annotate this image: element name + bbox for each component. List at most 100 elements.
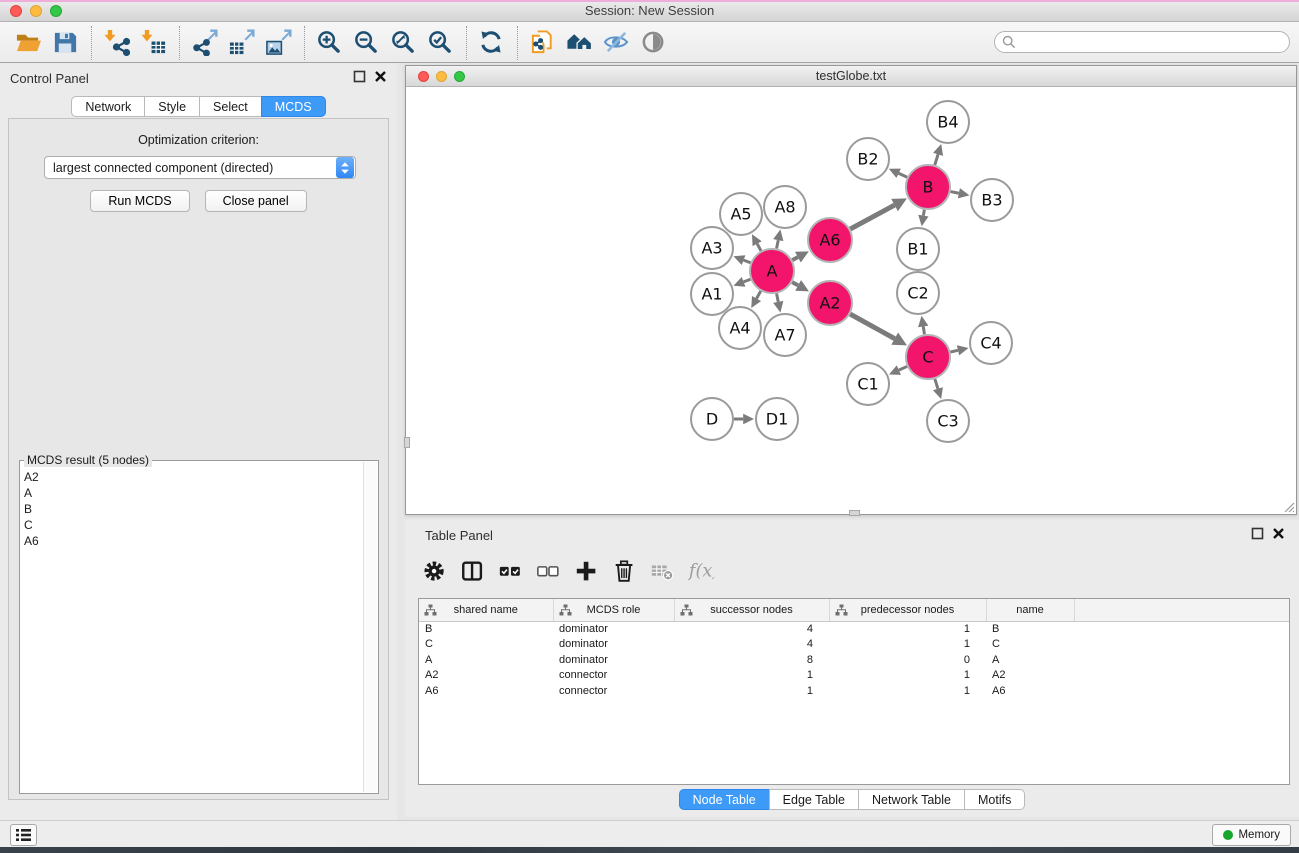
open-session-icon[interactable]: [13, 28, 43, 58]
graph-node-A1[interactable]: A1: [691, 273, 733, 315]
column-header-name[interactable]: name: [986, 599, 1074, 621]
graph-node-A6[interactable]: A6: [808, 218, 852, 262]
unselect-all-checkboxes-icon[interactable]: [535, 558, 563, 586]
window-titlebar[interactable]: Session: New Session: [0, 0, 1299, 22]
criterion-dropdown[interactable]: largest connected component (directed): [44, 156, 356, 179]
column-header-predecessor-nodes[interactable]: predecessor nodes: [829, 599, 986, 621]
graph-node-C4[interactable]: C4: [970, 322, 1012, 364]
graph-node-B2[interactable]: B2: [847, 138, 889, 180]
column-header-shared-name[interactable]: shared name: [419, 599, 553, 621]
graph-edge-A-A4[interactable]: [751, 291, 761, 308]
task-history-button[interactable]: [10, 824, 37, 846]
graph-edge-C-C4[interactable]: [950, 345, 968, 355]
float-panel-icon[interactable]: [353, 70, 366, 83]
tab-network[interactable]: Network: [71, 96, 145, 117]
mcds-result-item[interactable]: C: [22, 517, 362, 533]
graph-node-A[interactable]: A: [750, 249, 794, 293]
zoom-fit-icon[interactable]: [388, 28, 418, 58]
column-header-successor-nodes[interactable]: successor nodes: [674, 599, 829, 621]
table-row[interactable]: A6connector11A6: [419, 683, 1290, 699]
zoom-selected-icon[interactable]: [425, 28, 455, 58]
graph-node-C1[interactable]: C1: [847, 363, 889, 405]
graph-edge-C-C1[interactable]: [889, 365, 907, 374]
float-table-panel-icon[interactable]: [1251, 527, 1264, 540]
run-mcds-button[interactable]: Run MCDS: [90, 190, 189, 212]
close-panel-button[interactable]: Close panel: [205, 190, 307, 212]
add-column-icon[interactable]: [573, 558, 601, 586]
close-table-panel-icon[interactable]: [1272, 527, 1285, 540]
graph-node-A3[interactable]: A3: [691, 227, 733, 269]
delete-column-icon[interactable]: [611, 558, 639, 586]
network-window-titlebar[interactable]: testGlobe.txt: [406, 66, 1296, 87]
import-network-icon[interactable]: [101, 28, 131, 58]
clone-network-icon[interactable]: [527, 28, 557, 58]
zoom-out-icon[interactable]: [351, 28, 381, 58]
graph-node-A7[interactable]: A7: [764, 314, 806, 356]
resize-grip-icon[interactable]: [1281, 499, 1295, 513]
memory-button[interactable]: Memory: [1212, 824, 1291, 846]
mcds-result-item[interactable]: B: [22, 501, 362, 517]
graph-edge-A-A8[interactable]: [773, 230, 783, 249]
zoom-in-icon[interactable]: [314, 28, 344, 58]
table-row[interactable]: A2connector11A2: [419, 668, 1290, 684]
graph-node-B3[interactable]: B3: [971, 179, 1013, 221]
tab-network-table[interactable]: Network Table: [858, 789, 965, 810]
graph-node-B[interactable]: B: [906, 165, 950, 209]
export-table-icon[interactable]: [226, 28, 256, 58]
graph-edge-B-B3[interactable]: [951, 188, 970, 198]
mcds-result-item[interactable]: A2: [22, 469, 362, 485]
mcds-result-item[interactable]: A: [22, 485, 362, 501]
export-network-icon[interactable]: [189, 28, 219, 58]
overview-eye-icon[interactable]: [638, 28, 668, 58]
table-settings-gear-icon[interactable]: [421, 558, 449, 586]
column-header-MCDS-role[interactable]: MCDS role: [553, 599, 674, 621]
tab-edge-table[interactable]: Edge Table: [769, 789, 859, 810]
save-session-icon[interactable]: [50, 28, 80, 58]
graph-node-C[interactable]: C: [906, 335, 950, 379]
graph-edge-C-C3[interactable]: [933, 379, 943, 399]
show-columns-icon[interactable]: [459, 558, 487, 586]
graph-node-A2[interactable]: A2: [808, 281, 852, 325]
function-builder-icon[interactable]: f(x): [687, 558, 715, 586]
tab-motifs[interactable]: Motifs: [964, 789, 1025, 810]
table-row[interactable]: Adominator80A: [419, 652, 1290, 668]
close-panel-icon[interactable]: [374, 70, 387, 83]
graph-edge-B-B1[interactable]: [918, 210, 928, 227]
graph-edge-B-B2[interactable]: [889, 169, 907, 178]
graph-node-D1[interactable]: D1: [756, 398, 798, 440]
graph-node-B1[interactable]: B1: [897, 228, 939, 270]
graph-edge-A-A3[interactable]: [733, 255, 750, 265]
export-image-icon[interactable]: [263, 28, 293, 58]
graph-edge-A-A6[interactable]: [792, 251, 809, 262]
graph-edge-B-B4[interactable]: [933, 144, 943, 165]
graph-node-A5[interactable]: A5: [720, 193, 762, 235]
table-row[interactable]: Cdominator41C: [419, 637, 1290, 653]
delete-table-icon[interactable]: [649, 558, 677, 586]
graph-node-A4[interactable]: A4: [719, 307, 761, 349]
graph-edge-A-A7[interactable]: [773, 294, 783, 313]
graph-edge-A6-B[interactable]: [850, 198, 907, 229]
tab-mcds[interactable]: MCDS: [261, 96, 326, 117]
graph-edge-C-C2[interactable]: [918, 316, 928, 335]
graph-node-A8[interactable]: A8: [764, 186, 806, 228]
tab-style[interactable]: Style: [144, 96, 200, 117]
left-splitter-handle[interactable]: [404, 437, 410, 448]
houses-icon[interactable]: [564, 28, 594, 58]
tab-select[interactable]: Select: [199, 96, 262, 117]
search-input[interactable]: [1020, 33, 1289, 51]
result-scrollbar[interactable]: [363, 462, 377, 792]
graph-node-C2[interactable]: C2: [897, 272, 939, 314]
import-table-icon[interactable]: [138, 28, 168, 58]
graph-node-C3[interactable]: C3: [927, 400, 969, 442]
bottom-splitter-handle[interactable]: [849, 510, 860, 516]
select-all-checkboxes-icon[interactable]: [497, 558, 525, 586]
graph-edge-A-A5[interactable]: [752, 234, 762, 251]
graph-edge-A2-C[interactable]: [850, 314, 907, 345]
table-row[interactable]: Bdominator41B: [419, 621, 1290, 637]
graph-edge-A-A2[interactable]: [792, 280, 809, 291]
mcds-result-item[interactable]: A6: [22, 533, 362, 549]
search-field[interactable]: [994, 31, 1290, 53]
refresh-layout-icon[interactable]: [476, 28, 506, 58]
hide-graphics-details-icon[interactable]: [601, 28, 631, 58]
graph-node-B4[interactable]: B4: [927, 101, 969, 143]
